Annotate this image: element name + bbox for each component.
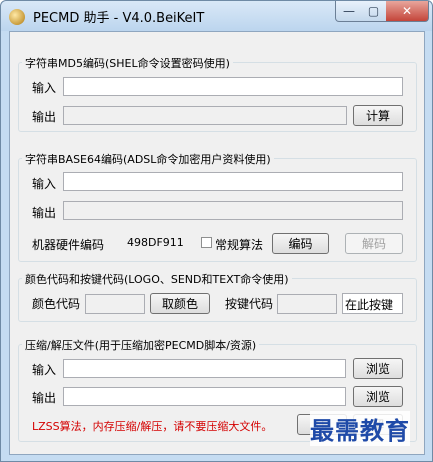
keycode-group-label: 颜色代码和按键代码(LOGO、SEND和TEXT命令使用) bbox=[22, 271, 292, 287]
hardware-code-label: 机器硬件编码 bbox=[32, 238, 105, 252]
title-bar[interactable]: PECMD 助手 - V4.0.BeiKeIT — ▢ ✕ bbox=[1, 1, 432, 31]
press-key-field[interactable]: 在此按键 bbox=[342, 293, 403, 314]
base64-group: 字符串BASE64编码(ADSL命令加密用户资料使用) 输入 输出 机器硬件编码… bbox=[18, 151, 417, 262]
window-title: PECMD 助手 - V4.0.BeiKeIT bbox=[33, 11, 205, 26]
base64-input-field[interactable] bbox=[63, 172, 403, 191]
maximize-button[interactable]: ▢ bbox=[361, 1, 387, 22]
normal-algorithm-checkbox[interactable] bbox=[201, 237, 212, 248]
base64-output-label: 输出 bbox=[32, 206, 57, 220]
main-window: PECMD 助手 - V4.0.BeiKeIT — ▢ ✕ 字符串MD5编码(S… bbox=[0, 0, 433, 462]
md5-output-label: 输出 bbox=[32, 110, 57, 124]
md5-group: 字符串MD5编码(SHEL命令设置密码使用) 输入 输出 计算 bbox=[18, 55, 417, 132]
compress-output-field[interactable] bbox=[63, 387, 346, 406]
key-code-field[interactable] bbox=[277, 294, 337, 314]
app-icon bbox=[9, 9, 25, 25]
compress-input-label: 输入 bbox=[32, 363, 57, 377]
client-area: 字符串MD5编码(SHEL命令设置密码使用) 输入 输出 计算 字符串BASE6… bbox=[9, 31, 425, 455]
key-code-label: 按键代码 bbox=[225, 297, 274, 311]
normal-algorithm-label: 常规算法 bbox=[215, 238, 264, 252]
compress-input-field[interactable] bbox=[63, 359, 346, 378]
base64-group-label: 字符串BASE64编码(ADSL命令加密用户资料使用) bbox=[22, 151, 274, 167]
keycode-group: 颜色代码和按键代码(LOGO、SEND和TEXT命令使用) 颜色代码 取颜色 按… bbox=[18, 271, 417, 322]
browse-input-button[interactable]: 浏览 bbox=[353, 358, 403, 379]
encode-button[interactable]: 编码 bbox=[272, 233, 329, 254]
md5-input-label: 输入 bbox=[32, 81, 57, 95]
compress-group-label: 压缩/解压文件(用于压缩加密PECMD脚本/资源) bbox=[22, 337, 260, 353]
pick-color-button[interactable]: 取颜色 bbox=[150, 293, 210, 314]
lzss-note: LZSS算法，内存压缩/解压，请不要压缩大文件。 bbox=[32, 420, 273, 433]
close-button[interactable]: ✕ bbox=[386, 1, 429, 22]
base64-input-label: 输入 bbox=[32, 177, 57, 191]
browse-output-button[interactable]: 浏览 bbox=[353, 386, 403, 407]
md5-input-field[interactable] bbox=[63, 77, 403, 96]
color-code-field[interactable] bbox=[85, 294, 145, 314]
minimize-button[interactable]: — bbox=[335, 1, 363, 22]
md5-output-field[interactable] bbox=[63, 106, 347, 125]
compress-output-label: 输出 bbox=[32, 391, 57, 405]
md5-group-label: 字符串MD5编码(SHEL命令设置密码使用) bbox=[22, 55, 233, 71]
watermark-logo: 最需教育 bbox=[310, 411, 410, 446]
color-code-label: 颜色代码 bbox=[32, 297, 81, 311]
md5-calc-button[interactable]: 计算 bbox=[353, 105, 403, 126]
base64-output-field[interactable] bbox=[63, 201, 403, 220]
decode-button[interactable]: 解码 bbox=[345, 233, 403, 254]
hardware-code-value: 498DF911 bbox=[127, 236, 184, 249]
